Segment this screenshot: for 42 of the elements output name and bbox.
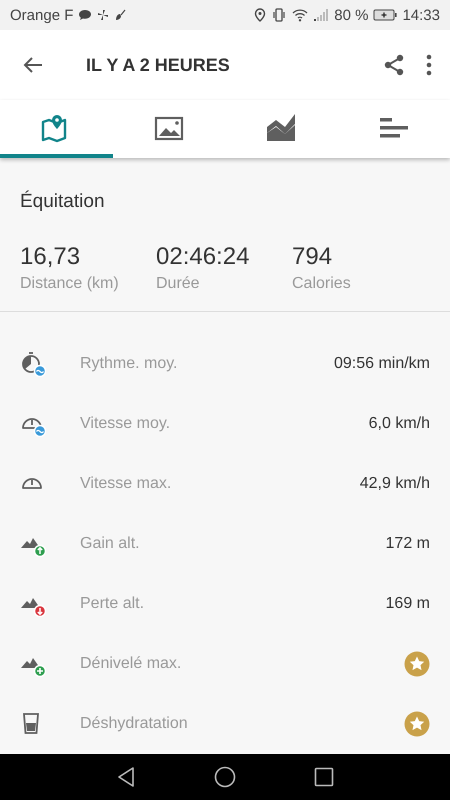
recents-nav-icon[interactable]	[314, 767, 334, 787]
tab[interactable]	[338, 100, 450, 158]
activity-type: Équitation	[19, 190, 106, 213]
tab[interactable]	[0, 100, 112, 158]
more-vertical-icon	[426, 54, 432, 76]
stat-label: Dénivelé max.	[80, 655, 182, 673]
summary-value: 794	[292, 243, 334, 271]
fan-icon	[97, 9, 110, 21]
carrier-name: Orange F	[10, 6, 74, 24]
vibrate-icon	[271, 8, 288, 22]
stat-label: Gain alt.	[80, 535, 141, 553]
summary-label: Durée	[156, 275, 201, 293]
area-chart-icon	[266, 112, 296, 142]
location-icon	[254, 8, 266, 22]
wifi-icon	[292, 8, 308, 22]
stat-label: Vitesse moy.	[80, 415, 172, 433]
summary-label: Calories	[292, 275, 351, 293]
message-icon	[78, 9, 92, 21]
home-nav-icon[interactable]	[214, 766, 236, 788]
summary-value: 02:46:24	[156, 243, 250, 271]
stopwatch-icon	[20, 351, 46, 377]
battery-icon	[373, 9, 398, 21]
stat-label: Rythme. moy.	[80, 355, 178, 373]
broom-icon	[114, 9, 126, 21]
star-badge-icon[interactable]	[404, 651, 430, 677]
stat-value: 6,0 km/h	[368, 415, 430, 433]
battery-percent: 80 %	[334, 6, 368, 24]
stat-value: 09:56 min/km	[334, 355, 430, 373]
screen-title: IL Y A 2 HEURES	[85, 54, 231, 76]
clock-time: 14:33	[402, 6, 440, 24]
stat-label: Vitesse max.	[80, 475, 172, 493]
star-badge-icon[interactable]	[404, 711, 430, 737]
stat-value: 172 m	[386, 535, 430, 553]
back-nav-icon[interactable]	[116, 766, 136, 788]
stat-value: 42,9 km/h	[360, 475, 430, 493]
summary-label: Distance (km)	[20, 275, 120, 293]
summary-value: 16,73	[20, 243, 82, 271]
signal-icon	[313, 8, 330, 22]
stat-label: Déshydratation	[80, 715, 189, 733]
stat-label: Perte alt.	[80, 595, 146, 613]
share-icon	[382, 53, 406, 77]
stat-value: 169 m	[386, 595, 430, 613]
